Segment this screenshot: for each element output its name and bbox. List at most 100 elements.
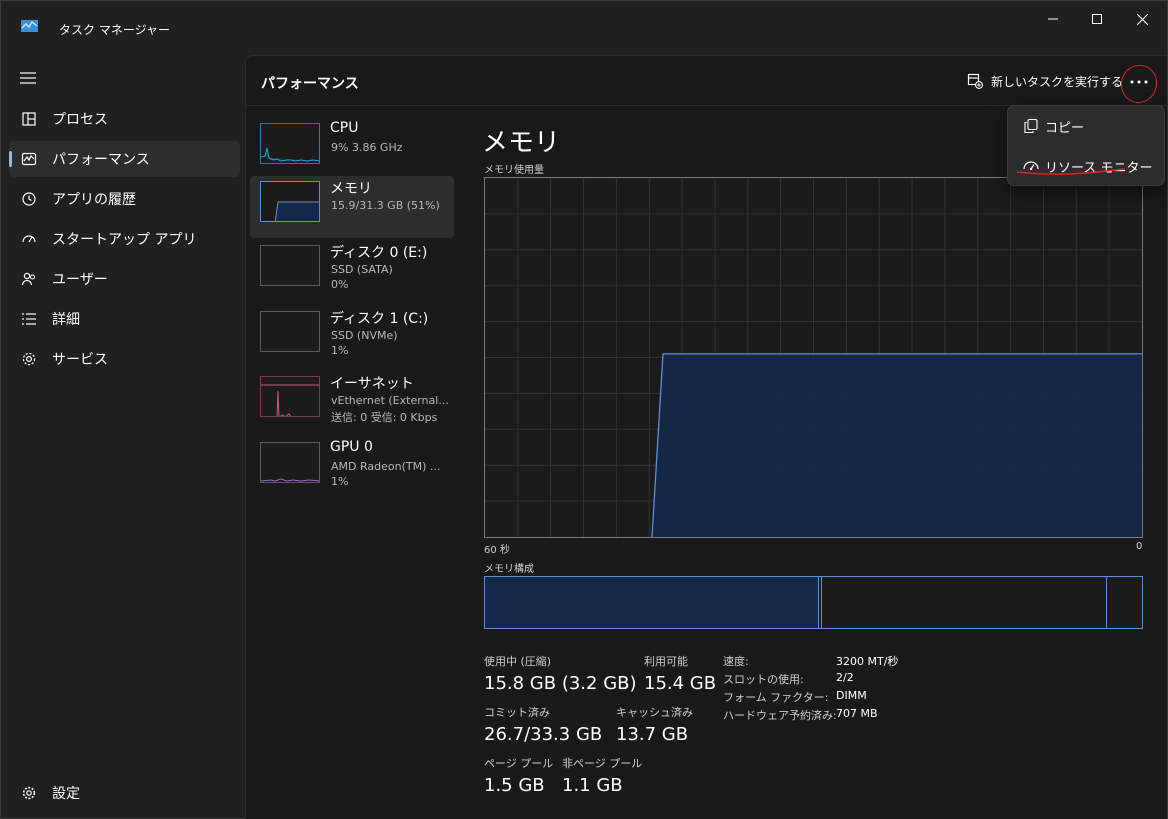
- committed-label: コミット済み: [484, 706, 550, 719]
- memory-usage-label: メモリ使用量: [484, 165, 544, 176]
- resource-monitor-icon: [1022, 157, 1040, 175]
- device-item-ethernet[interactable]: イーサネット vEthernet (External... 送信: 0 受信: …: [250, 371, 454, 433]
- device-item-memory[interactable]: メモリ 15.9/31.3 GB (51%): [250, 176, 454, 238]
- graph-axis-left: 60 秒: [484, 545, 510, 556]
- startup-icon: [20, 230, 38, 248]
- sidebar-item-label: スタートアップ アプリ: [52, 232, 197, 248]
- sidebar: プロセス パフォーマンス アプリの履歴 スタートアップ アプリ ユーザー 詳細 …: [1, 55, 245, 819]
- device-item-disk1[interactable]: ディスク 1 (C:) SSD (NVMe) 1%: [250, 306, 454, 368]
- disk0-thumbnail: [260, 245, 320, 286]
- in-use-value: 15.8 GB (3.2 GB): [484, 673, 637, 694]
- active-indicator: [9, 151, 12, 167]
- menu-item-copy[interactable]: コピー: [1012, 108, 1162, 144]
- maximize-button[interactable]: [1074, 5, 1120, 33]
- services-icon: [20, 350, 38, 368]
- sidebar-item-label: 詳細: [52, 312, 80, 328]
- window-title: タスク マネージャー: [59, 23, 170, 37]
- graph-axis-right: 0: [1136, 541, 1143, 552]
- gpu0-thumbnail: [260, 442, 320, 483]
- sidebar-item-label: アプリの履歴: [52, 192, 136, 208]
- close-icon: [1136, 13, 1148, 25]
- device-name: GPU 0: [330, 439, 373, 455]
- disk1-thumbnail: [260, 311, 320, 352]
- spec-key-slots: スロットの使用:: [723, 673, 804, 686]
- device-usage: 1%: [331, 475, 349, 488]
- more-options-menu: コピー リソース モニター: [1007, 105, 1165, 186]
- ethernet-thumbnail: [260, 376, 320, 417]
- in-use-label: 使用中 (圧縮): [484, 655, 552, 668]
- spec-key-hardware-reserved: ハードウェア予約済み:: [723, 709, 837, 722]
- memory-usage-graph: [484, 177, 1143, 538]
- device-usage: 1%: [331, 344, 349, 357]
- sidebar-item-settings[interactable]: 設定: [9, 775, 240, 811]
- performance-icon: [20, 150, 38, 168]
- device-item-disk0[interactable]: ディスク 0 (E:) SSD (SATA) 0%: [250, 240, 454, 302]
- committed-value: 26.7/33.3 GB: [484, 724, 603, 745]
- device-name: CPU: [330, 120, 359, 136]
- page-title: パフォーマンス: [261, 76, 359, 92]
- device-item-cpu[interactable]: CPU 9% 3.86 GHz: [250, 118, 454, 180]
- available-label: 利用可能: [644, 655, 688, 668]
- sidebar-item-startup-apps[interactable]: スタートアップ アプリ: [9, 221, 240, 257]
- device-detail: 9% 3.86 GHz: [331, 141, 403, 154]
- spec-value-hardware-reserved: 707 MB: [836, 707, 878, 720]
- device-name: メモリ: [330, 181, 372, 197]
- paged-pool-value: 1.5 GB: [484, 775, 545, 796]
- run-task-label: 新しいタスクを実行する: [991, 74, 1124, 89]
- device-name: ディスク 1 (C:): [330, 311, 429, 327]
- more-options-button[interactable]: [1122, 68, 1156, 96]
- sidebar-item-processes[interactable]: プロセス: [9, 101, 240, 137]
- menu-item-resource-monitor[interactable]: リソース モニター: [1012, 148, 1162, 184]
- nonpaged-pool-value: 1.1 GB: [562, 775, 623, 796]
- sidebar-item-label: パフォーマンス: [52, 152, 150, 168]
- minimize-icon: [1048, 18, 1058, 20]
- memory-title: メモリ: [482, 128, 561, 158]
- run-task-icon: [967, 73, 983, 89]
- composition-in-use: [485, 577, 819, 628]
- title-bar: タスク マネージャー: [1, 1, 1167, 41]
- cpu-thumbnail: [260, 123, 320, 164]
- memory-usage-area: [652, 353, 1142, 537]
- memory-composition-bar: [484, 576, 1143, 629]
- minimize-button[interactable]: [1030, 5, 1076, 33]
- device-detail: 15.9/31.3 GB (51%): [331, 199, 440, 212]
- sidebar-item-performance[interactable]: パフォーマンス: [9, 141, 240, 177]
- device-detail: AMD Radeon(TM) ...: [331, 460, 441, 473]
- nonpaged-pool-label: 非ページ プール: [562, 757, 643, 770]
- composition-standby-divider: [1106, 577, 1107, 628]
- more-icon: [1130, 80, 1148, 84]
- device-usage: 0%: [331, 278, 349, 291]
- gear-icon: [20, 784, 38, 802]
- device-detail: SSD (NVMe): [331, 329, 398, 342]
- menu-item-label: リソース モニター: [1045, 160, 1153, 176]
- spec-value-form-factor: DIMM: [836, 689, 867, 702]
- cached-value: 13.7 GB: [616, 724, 689, 745]
- sidebar-item-users[interactable]: ユーザー: [9, 261, 240, 297]
- memory-composition-label: メモリ構成: [484, 564, 534, 575]
- details-icon: [20, 310, 38, 328]
- paged-pool-label: ページ プール: [484, 757, 554, 770]
- main-header: パフォーマンス 新しいタスクを実行する: [246, 56, 1168, 106]
- memory-usage-chart: [485, 178, 1142, 538]
- copy-icon: [1022, 117, 1040, 135]
- run-new-task-button[interactable]: 新しいタスクを実行する: [967, 70, 1123, 92]
- cached-label: キャッシュ済み: [616, 706, 693, 719]
- device-detail: vEthernet (External...: [331, 394, 449, 407]
- sidebar-item-app-history[interactable]: アプリの履歴: [9, 181, 240, 217]
- sidebar-item-details[interactable]: 詳細: [9, 301, 240, 337]
- spec-key-form-factor: フォーム ファクター:: [723, 691, 829, 704]
- sidebar-item-services[interactable]: サービス: [9, 341, 240, 377]
- available-value: 15.4 GB: [644, 673, 717, 694]
- device-detail: SSD (SATA): [331, 263, 393, 276]
- users-icon: [20, 270, 38, 288]
- settings-label: 設定: [52, 786, 80, 802]
- spec-key-speed: 速度:: [723, 655, 749, 668]
- close-button[interactable]: [1119, 5, 1165, 33]
- device-item-gpu0[interactable]: GPU 0 AMD Radeon(TM) ... 1%: [250, 437, 454, 499]
- memory-thumbnail: [260, 181, 320, 222]
- history-icon: [20, 190, 38, 208]
- hamburger-menu-icon[interactable]: [19, 71, 37, 85]
- device-name: ディスク 0 (E:): [330, 245, 428, 261]
- task-manager-app-icon: [21, 20, 38, 32]
- device-usage: 送信: 0 受信: 0 Kbps: [331, 411, 438, 424]
